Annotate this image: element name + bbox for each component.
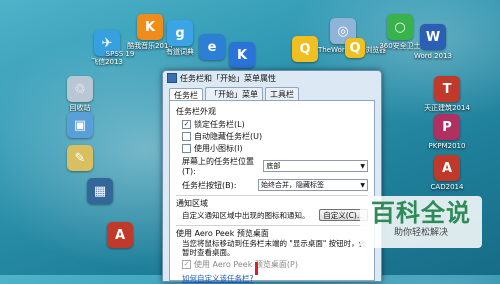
network-icon-glyph: ▣ <box>67 112 93 138</box>
peek-title: 使用 Aero Peek 预览桌面 <box>176 229 269 238</box>
small-icons-row[interactable]: 使用小图标(I) <box>182 143 368 153</box>
location-value: 底部 <box>266 162 281 170</box>
appearance-title: 任务栏外观 <box>176 107 216 116</box>
tab-toolbars[interactable]: 工具栏 <box>265 87 299 101</box>
small-icons-label: 使用小图标(I) <box>194 143 243 153</box>
lock-taskbar-label: 锁定任务栏(L) <box>194 119 245 129</box>
buttons-row: 任务栏按钮(B): 始终合并，隐藏标签 ▼ <box>182 179 368 191</box>
autohide-label: 自动隐藏任务栏(U) <box>194 131 263 141</box>
divider <box>176 195 368 196</box>
recycle-bin-icon[interactable]: ♲ 回收站 <box>55 76 105 112</box>
location-row: 屏幕上的任务栏位置(T): 底部 ▼ <box>182 156 368 176</box>
peek-label: 使用 Aero Peek 预览桌面(P) <box>194 259 298 269</box>
buttons-value: 始终合并，隐藏标签 <box>261 181 324 189</box>
notify-text: 自定义通知区域中出现的图标和通知。 <box>182 210 310 220</box>
buttons-label: 任务栏按钮(B): <box>182 180 237 190</box>
notify-title: 通知区域 <box>176 199 208 208</box>
qq2-icon-glyph: Q <box>345 38 365 58</box>
peek-row[interactable]: ✓ 使用 Aero Peek 预览桌面(P) <box>182 259 368 269</box>
peek-text: 当您将鼠标移动到任务栏末端的 "显示桌面" 按钮时，会暂时查看桌面。 <box>182 239 367 257</box>
tab-start-menu[interactable]: 「开始」菜单 <box>205 87 263 101</box>
qq-icon-glyph: Q <box>292 36 318 62</box>
word-icon-glyph: W <box>420 24 446 50</box>
taskbar-panel: 任务栏外观 ✓ 锁定任务栏(L) 自动隐藏任务栏(U) 使用小图标(I) 屏幕上… <box>169 100 375 283</box>
autohide-row[interactable]: 自动隐藏任务栏(U) <box>182 131 368 141</box>
baike-watermark: 百科全说 助你轻松解决 <box>360 196 482 248</box>
autohide-checkbox[interactable] <box>182 131 191 141</box>
watermark-title: 百科全说 <box>371 199 471 227</box>
kugou-icon[interactable]: K <box>217 42 267 70</box>
tangent-icon[interactable]: T 天正建筑2014 <box>422 76 472 112</box>
cad-icon-glyph: A <box>107 222 133 248</box>
paint-icon-glyph: ✎ <box>67 145 93 171</box>
cad2014-icon[interactable]: A CAD2014 <box>422 155 472 191</box>
cad2014-icon-glyph: A <box>434 155 460 181</box>
peek-checkbox[interactable]: ✓ <box>182 259 191 269</box>
word-icon[interactable]: W Word 2013 <box>408 24 458 60</box>
dialog-title: 任务栏和「开始」菜单属性 <box>180 73 276 83</box>
location-select[interactable]: 底部 ▼ <box>263 160 368 172</box>
small-icons-checkbox[interactable] <box>182 143 191 153</box>
app-icon-glyph: ▦ <box>87 178 113 204</box>
lock-taskbar-row[interactable]: ✓ 锁定任务栏(L) <box>182 119 368 129</box>
help-link[interactable]: 如何自定义该任务栏? <box>182 274 253 283</box>
network-icon[interactable]: ▣ <box>55 112 105 140</box>
paint-icon[interactable]: ✎ <box>55 145 105 173</box>
kugou-icon-glyph: K <box>229 42 255 68</box>
notify-row: 自定义通知区域中出现的图标和通知。 自定义(C)... <box>176 209 368 221</box>
red-arrow-annotation <box>255 262 258 275</box>
tangent-icon-glyph: T <box>434 76 460 102</box>
watermark-subtitle: 助你轻松解决 <box>393 228 448 238</box>
chevron-down-icon: ▼ <box>360 181 365 189</box>
lock-taskbar-checkbox[interactable]: ✓ <box>182 119 191 129</box>
taskbar-app-icon <box>167 73 177 83</box>
chevron-down-icon: ▼ <box>360 162 365 170</box>
app-icon[interactable]: ▦ <box>75 178 125 206</box>
recycle-bin-icon-glyph: ♲ <box>67 76 93 102</box>
location-label: 屏幕上的任务栏位置(T): <box>182 157 254 176</box>
pkpm-icon[interactable]: P PKPM2010 <box>422 114 472 150</box>
taskbar-properties-dialog: 任务栏和「开始」菜单属性 任务栏 「开始」菜单 工具栏 任务栏外观 ✓ 锁定任务… <box>162 70 382 283</box>
cad-icon[interactable]: A <box>95 222 145 250</box>
divider <box>176 225 368 226</box>
dialog-titlebar[interactable]: 任务栏和「开始」菜单属性 <box>163 71 381 85</box>
dialog-tabs: 任务栏 「开始」菜单 工具栏 <box>163 85 381 102</box>
buttons-select[interactable]: 始终合并，隐藏标签 ▼ <box>258 179 368 191</box>
qq2-icon[interactable]: Q <box>330 38 380 60</box>
pkpm-icon-glyph: P <box>434 114 460 140</box>
